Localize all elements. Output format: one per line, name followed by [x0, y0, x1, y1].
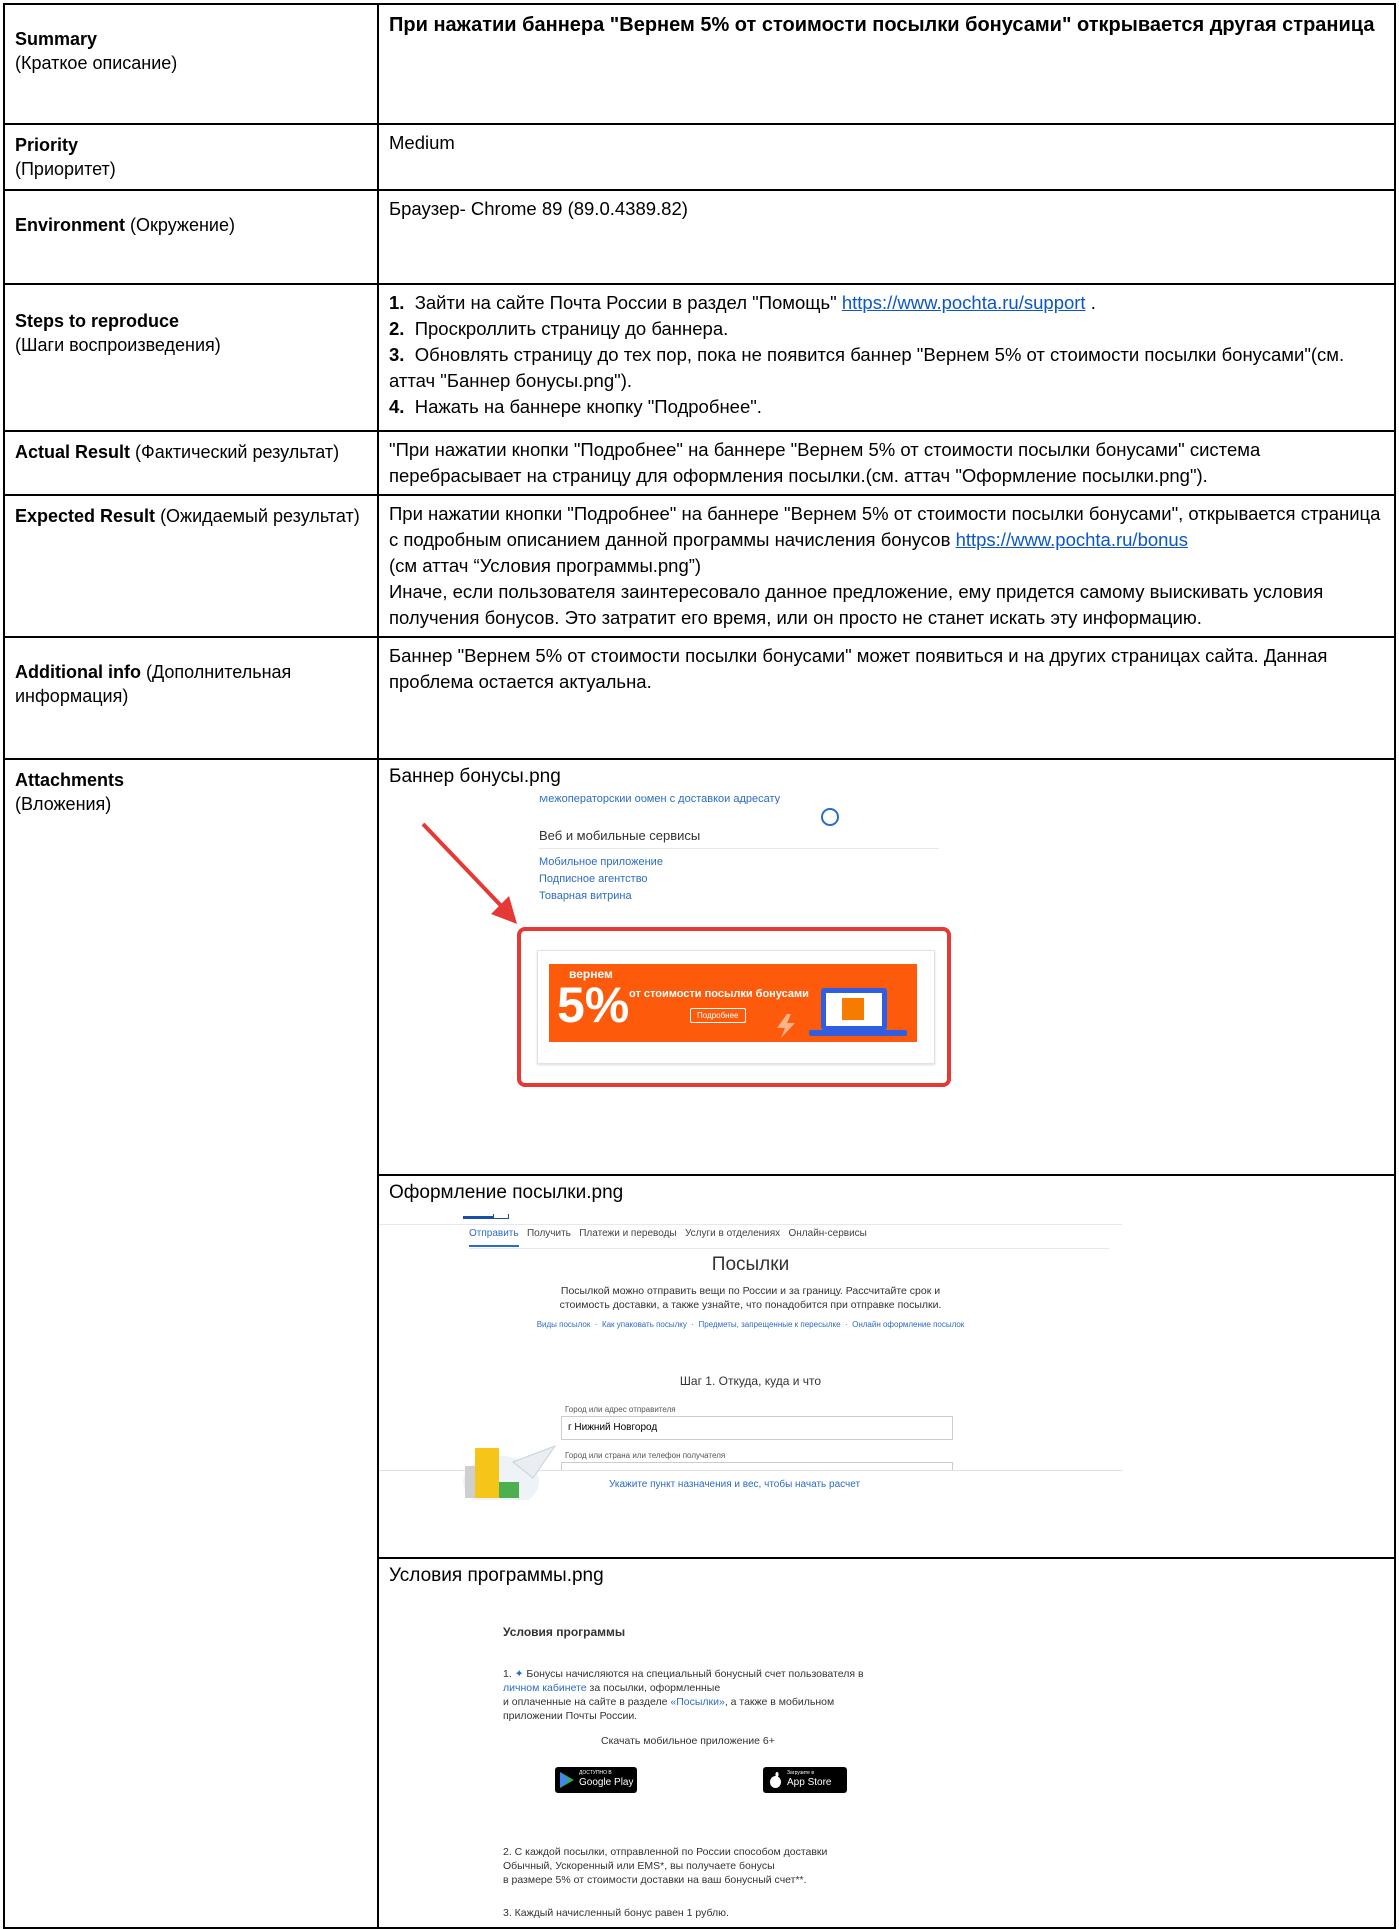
tab-receive[interactable]: Получить [527, 1228, 571, 1239]
bug-report-table: Summary (Краткое описание) При нажатии б… [3, 3, 1396, 1929]
download-app-text: Скачать мобильное приложение 6+ [601, 1735, 775, 1747]
bonus-sparkle-icon: ✦ [514, 1668, 524, 1680]
web-services-heading: Веб и мобильные сервисы [539, 828, 701, 843]
priority-label: Priority [15, 135, 79, 155]
environment-value: Браузер- Chrome 89 (89.0.4389.82) [389, 198, 688, 219]
actual-label: Actual Result [15, 442, 131, 462]
app-store-button[interactable]: Загрузите в App Store [763, 1767, 847, 1793]
services-links: Мобильное приложение Подписное агентство… [539, 854, 663, 905]
steps-label-ru: (Шаги воспроизведения) [15, 335, 221, 355]
from-input[interactable]: г Нижний Новгород [561, 1416, 953, 1440]
row-environment: Environment (Окружение) Браузер- Chrome … [3, 189, 1396, 285]
conditions-heading: Условия программы [503, 1625, 626, 1639]
banner-screenshot: Межоператорский обмен с доставкой адреса… [379, 790, 1394, 1174]
expected-label-ru: (Ожидаемый результат) [160, 506, 360, 526]
to-label: Город или страна или телефон получателя [565, 1451, 726, 1460]
link-personal-account[interactable]: личном кабинете [503, 1682, 587, 1694]
laptop-icon [809, 988, 907, 1036]
banner-subtitle: от стоимости посылки бонусами [629, 988, 809, 1000]
actual-value: "При нажатии кнопки "Подробнее" на банне… [389, 439, 1261, 486]
clipped-top-text: Межоператорский обмен с доставкой адреса… [539, 796, 781, 804]
row-steps: Steps to reproduce (Шаги воспроизведения… [3, 283, 1396, 432]
parcels-heading: Посылки [711, 1254, 790, 1275]
parcels-links: Виды посылок · Как упаковать посылку · П… [536, 1320, 965, 1329]
link-parcels[interactable]: «Посылки» [670, 1696, 724, 1708]
tab-online-services[interactable]: Онлайн-сервисы [789, 1228, 867, 1239]
summary-label-ru: (Краткое описание) [15, 53, 178, 73]
support-link[interactable]: https://www.pochta.ru/support [842, 292, 1086, 313]
environment-label: Environment [15, 215, 126, 235]
lightning-icon [777, 1014, 795, 1038]
expected-text-1: При нажатии кнопки "Подробнее" на баннер… [389, 503, 1381, 550]
attachments-label-ru: (Вложения) [15, 794, 112, 814]
attachment-parcel: Оформление посылки.png Отправить Получит… [377, 1174, 1396, 1559]
attachment-parcel-title: Оформление посылки.png [389, 1182, 624, 1203]
bottom-bar-text: Укажите пункт назначения и вес, чтобы на… [609, 1479, 861, 1490]
link-packing[interactable]: Как упаковать посылку [602, 1320, 687, 1329]
link-prohibited[interactable]: Предметы, запрещенные к пересылке [698, 1320, 840, 1329]
row-additional: Additional info (Дополнительная информац… [3, 636, 1396, 760]
link-subscription[interactable]: Подписное агентство [539, 871, 663, 888]
attachment-conditions: Условия программы.png Условия программы … [377, 1557, 1396, 1929]
conditions-screenshot: Условия программы 1. ✦ Бонусы начисляютс… [379, 1589, 1394, 1927]
top-nav: Отправить Получить Платежи и переводы Ус… [469, 1228, 867, 1247]
to-input[interactable] [561, 1462, 953, 1470]
city-illustration-icon [463, 1444, 557, 1500]
summary-value: При нажатии баннера "Вернем 5% от стоимо… [389, 14, 1375, 36]
attachment-banner: Баннер бонусы.png Межоператорский обмен … [377, 758, 1396, 1176]
attachments-label: Attachments [15, 770, 125, 790]
link-showcase[interactable]: Товарная витрина [539, 888, 663, 905]
row-summary: Summary (Краткое описание) При нажатии б… [3, 3, 1396, 125]
step-2: 2. Проскроллить страницу до баннера. [389, 318, 729, 339]
additional-value: Баннер "Вернем 5% от стоимости посылки б… [389, 645, 1328, 692]
link-mobile-app[interactable]: Мобильное приложение [539, 854, 663, 871]
google-play-icon [560, 1772, 574, 1788]
link-parcel-types[interactable]: Виды посылок [537, 1320, 591, 1329]
parcels-description: Посылкой можно отправить вещи по России … [559, 1285, 942, 1311]
banner-big-text: 5% [557, 977, 630, 1033]
row-priority: Priority (Приоритет) Medium [3, 123, 1396, 191]
tab-send[interactable]: Отправить [469, 1228, 519, 1247]
tab-payments[interactable]: Платежи и переводы [579, 1228, 676, 1239]
additional-label: Additional info [15, 662, 141, 682]
step-4: 4. Нажать на баннере кнопку "Подробнее". [389, 396, 762, 417]
step-1: 1. Зайти на сайте Почта России в раздел … [389, 292, 1096, 313]
apple-icon [770, 1772, 781, 1788]
expected-label: Expected Result [15, 506, 156, 526]
bonus-banner[interactable]: вернем 5% от стоимости посылки бонусами … [549, 964, 917, 1042]
summary-label: Summary [15, 29, 98, 49]
banner-more-button[interactable]: Подробнее [690, 1008, 746, 1023]
row-actual: Actual Result (Фактический результат) "П… [3, 430, 1396, 496]
parcel-screenshot: Отправить Получить Платежи и переводы Ус… [379, 1206, 1394, 1556]
attachment-conditions-title: Условия программы.png [389, 1565, 604, 1586]
priority-value: Medium [389, 132, 455, 153]
conditions-p2: 2. С каждой посылки, отправленной по Рос… [503, 1846, 828, 1886]
attachment-banner-title: Баннер бонусы.png [389, 766, 561, 787]
tab-office-services[interactable]: Услуги в отделениях [685, 1228, 780, 1239]
link-online-ordering[interactable]: Онлайн оформление посылок [852, 1320, 964, 1329]
row-expected: Expected Result (Ожидаемый результат) Пр… [3, 494, 1396, 638]
red-arrow-icon [421, 822, 517, 924]
priority-label-ru: (Приоритет) [15, 159, 116, 179]
expected-text-3: Иначе, если пользователя заинтересовало … [389, 581, 1324, 628]
conditions-p1: 1. ✦ Бонусы начисляются на специальный б… [503, 1668, 864, 1722]
expected-text-2: (см аттач “Условия программы.png”) [389, 555, 702, 576]
step-3: 3. Обновлять страницу до тех пор, пока н… [389, 344, 1345, 391]
scroll-up-icon[interactable] [821, 808, 839, 826]
bonus-link[interactable]: https://www.pochta.ru/bonus [956, 529, 1188, 550]
google-play-button[interactable]: ДОСТУПНО В Google Play [555, 1767, 637, 1793]
actual-label-ru: (Фактический результат) [135, 442, 340, 462]
from-label: Город или адрес отправителя [565, 1405, 676, 1414]
steps-label: Steps to reproduce [15, 311, 180, 331]
step-heading: Шаг 1. Откуда, куда и что [679, 1374, 822, 1388]
conditions-p3: 3. Каждый начисленный бонус равен 1 рубл… [503, 1907, 729, 1919]
environment-label-ru: (Окружение) [130, 215, 235, 235]
row-attachments: Attachments (Вложения) Баннер бонусы.png… [3, 758, 1396, 1929]
